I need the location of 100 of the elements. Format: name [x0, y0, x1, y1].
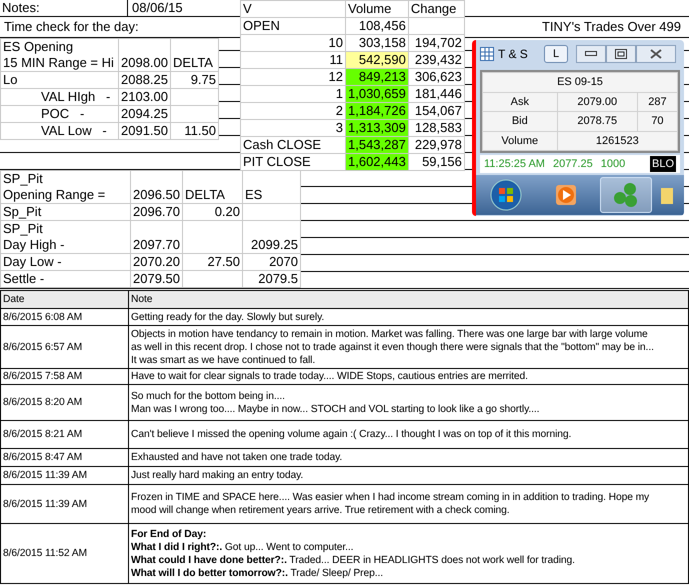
date-value: 08/06/15: [131, 0, 183, 16]
sheet-cell: Change: [408, 0, 464, 18]
sheet-cell: Cash CLOSE: [240, 136, 346, 154]
symbol-label: ES 09-15: [482, 72, 678, 92]
sheet-cell: ES: [242, 170, 300, 204]
note-cell: Exhausted and have not taken one trade today.: [128, 448, 688, 466]
volume-label: Volume: [482, 131, 558, 150]
sheet-cell: 1: [240, 86, 346, 102]
highlighted-cell: 542,590: [346, 52, 408, 68]
column-header: Note: [128, 290, 688, 308]
sheet-cell: Lo: [0, 72, 118, 88]
date-cell: 8/6/2015 11:39 AM: [0, 466, 128, 484]
sheet-cell: 10: [240, 34, 346, 52]
highlighted-cell: 849,213: [346, 68, 408, 86]
sheet-cell: 2103.00: [118, 88, 170, 106]
sheet-cell: SP_Pit Opening Range =: [0, 170, 130, 204]
sheet-cell: 108,456: [346, 18, 408, 34]
sheet-cell: 2079.50: [130, 270, 182, 288]
highlighted-cell: 1,313,309: [346, 120, 408, 136]
close-icon: [650, 49, 662, 59]
sheet-cell: 2097.70: [130, 220, 182, 254]
time-check-label: Time check for the day:: [3, 19, 139, 34]
note-cell: Getting ready for the day. Slowly but surely.: [128, 308, 688, 326]
column-header: Date: [0, 290, 128, 308]
trade-time: 11:25:25 AM: [484, 156, 545, 172]
sheet-title: TINY's Trades Over 499: [542, 19, 681, 34]
sheet-cell: 2098.00: [118, 38, 170, 72]
sheet-cell: 2096.50: [130, 170, 182, 204]
highlighted-cell: 1,543,287: [346, 136, 408, 154]
note-cell: Have to wait for clear signals to trade today.... WIDE Stops, cautious entries are merrited.: [128, 368, 688, 384]
sheet-cell: Volume: [346, 0, 408, 18]
minimize-icon: [585, 51, 598, 57]
note-cell: Frozen in TIME and SPACE here.... Was easier when I had income stream coming in in addition to trading. Hope my mood will change when retirement years arrive. True retirement with a check coming.: [128, 484, 688, 524]
grid-icon: [480, 47, 494, 61]
quote-size: 70: [637, 112, 678, 131]
highlighted-cell: 1,602,443: [346, 154, 408, 170]
sheet-cell: VAL HIgh -: [0, 88, 118, 106]
sheet-cell: 154,067: [408, 102, 464, 120]
sheet-cell: 181,446: [408, 86, 464, 102]
sheet-cell: VAL Low -: [0, 122, 118, 140]
date-cell: 8/6/2015 8:20 AM: [0, 384, 128, 420]
quote-price: 2079.00: [557, 92, 638, 112]
note-cell: So much for the bottom being in.... Man was I wrong too.... Maybe in now... STOCH and VOL starting to look like a go shortly....: [128, 384, 688, 420]
windows-orb-icon: [490, 179, 522, 211]
sheet-cell: 128,583: [408, 120, 464, 136]
sheet-cell: 194,702: [408, 34, 464, 52]
sheet-cell: 11.50: [170, 122, 218, 140]
sheet-cell: 2070.20: [130, 254, 182, 270]
date-cell: 8/6/2015 11:39 AM: [0, 484, 128, 524]
date-cell: 8/6/2015 11:52 AM: [0, 524, 128, 584]
trade-tag: BLO: [650, 156, 676, 172]
sheet-cell: DELTA: [182, 170, 242, 204]
sheet-cell: 0.20: [182, 204, 242, 220]
minimize-button[interactable]: [576, 45, 606, 63]
close-button[interactable]: [636, 45, 676, 63]
sheet-cell: OPEN: [240, 18, 346, 34]
sheet-cell: 229,978: [408, 136, 464, 154]
toolbar-button[interactable]: L: [544, 45, 568, 63]
window-title: T & S: [498, 46, 529, 63]
quote-label: Bid: [482, 112, 558, 131]
sheet-cell: 306,623: [408, 68, 464, 86]
quote-size: 287: [637, 92, 678, 112]
sheet-cell: 9.75: [170, 72, 218, 88]
notes-label: Notes:: [0, 0, 128, 16]
note-cell: For End of Day: What I did I right?:. Got up... Went to computer... What could I have done better?:. Traded... DEER in HEADLIGHTS does not work well for trading. What will I do better tomorrow?:. Trade/ Sleep/ Prep...: [128, 524, 688, 584]
sheet-cell: Day Low -: [0, 254, 130, 270]
maximize-button[interactable]: [606, 45, 636, 63]
sheet-cell: 2079.5: [242, 270, 300, 288]
sheet-cell: 2070: [242, 254, 300, 270]
sheet-cell: Sp_Pit: [0, 204, 130, 220]
highlighted-cell: 1,030,659: [346, 86, 408, 102]
note-cell: Can't believe I missed the opening volume again :( Crazy... I thought I was on top of it this morning.: [128, 420, 688, 448]
quote-price: 2078.75: [557, 112, 638, 131]
trade-size: 1000: [600, 156, 626, 172]
date-cell: 8/6/2015 8:47 AM: [0, 448, 128, 466]
date-cell: 8/6/2015 6:57 AM: [0, 326, 128, 368]
note-cell: Objects in motion have tendancy to remain in motion. Market was falling. There was one large bar with large volume as well in this recent drop. I chose not to trade against it even though there were signals that the "bottom" may be in... It was smart as we have continued to fall.: [128, 326, 688, 368]
sheet-cell: 27.50: [182, 254, 242, 270]
sheet-cell: 3: [240, 120, 346, 136]
sheet-cell: 2094.25: [118, 106, 170, 122]
sheet-cell: DELTA: [170, 38, 218, 72]
date-cell: 8/6/2015 8:21 AM: [0, 420, 128, 448]
coins-icon: [612, 182, 640, 208]
sheet-cell: 2096.70: [130, 204, 182, 220]
sheet-cell: ES Opening 15 MIN Range = Hi: [0, 38, 118, 72]
maximize-icon: [615, 49, 628, 59]
sheet-cell: POC -: [0, 106, 118, 122]
sheet-cell: 12: [240, 68, 346, 86]
sheet-cell: 2099.25: [242, 220, 300, 254]
quote-label: Ask: [482, 92, 558, 112]
taskbar-item[interactable]: [600, 177, 652, 213]
sheet-cell: 11: [240, 52, 346, 68]
trade-price: 2077.25: [552, 156, 593, 172]
sheet-cell: 2: [240, 102, 346, 120]
sheet-cell: 2091.50: [118, 122, 170, 140]
sheet-cell: V: [240, 0, 346, 18]
date-cell: 8/6/2015 7:58 AM: [0, 368, 128, 384]
sheet-cell: 2088.25: [118, 72, 170, 88]
volume-value: 1261523: [557, 131, 678, 150]
sheet-cell: 59,156: [408, 154, 464, 170]
